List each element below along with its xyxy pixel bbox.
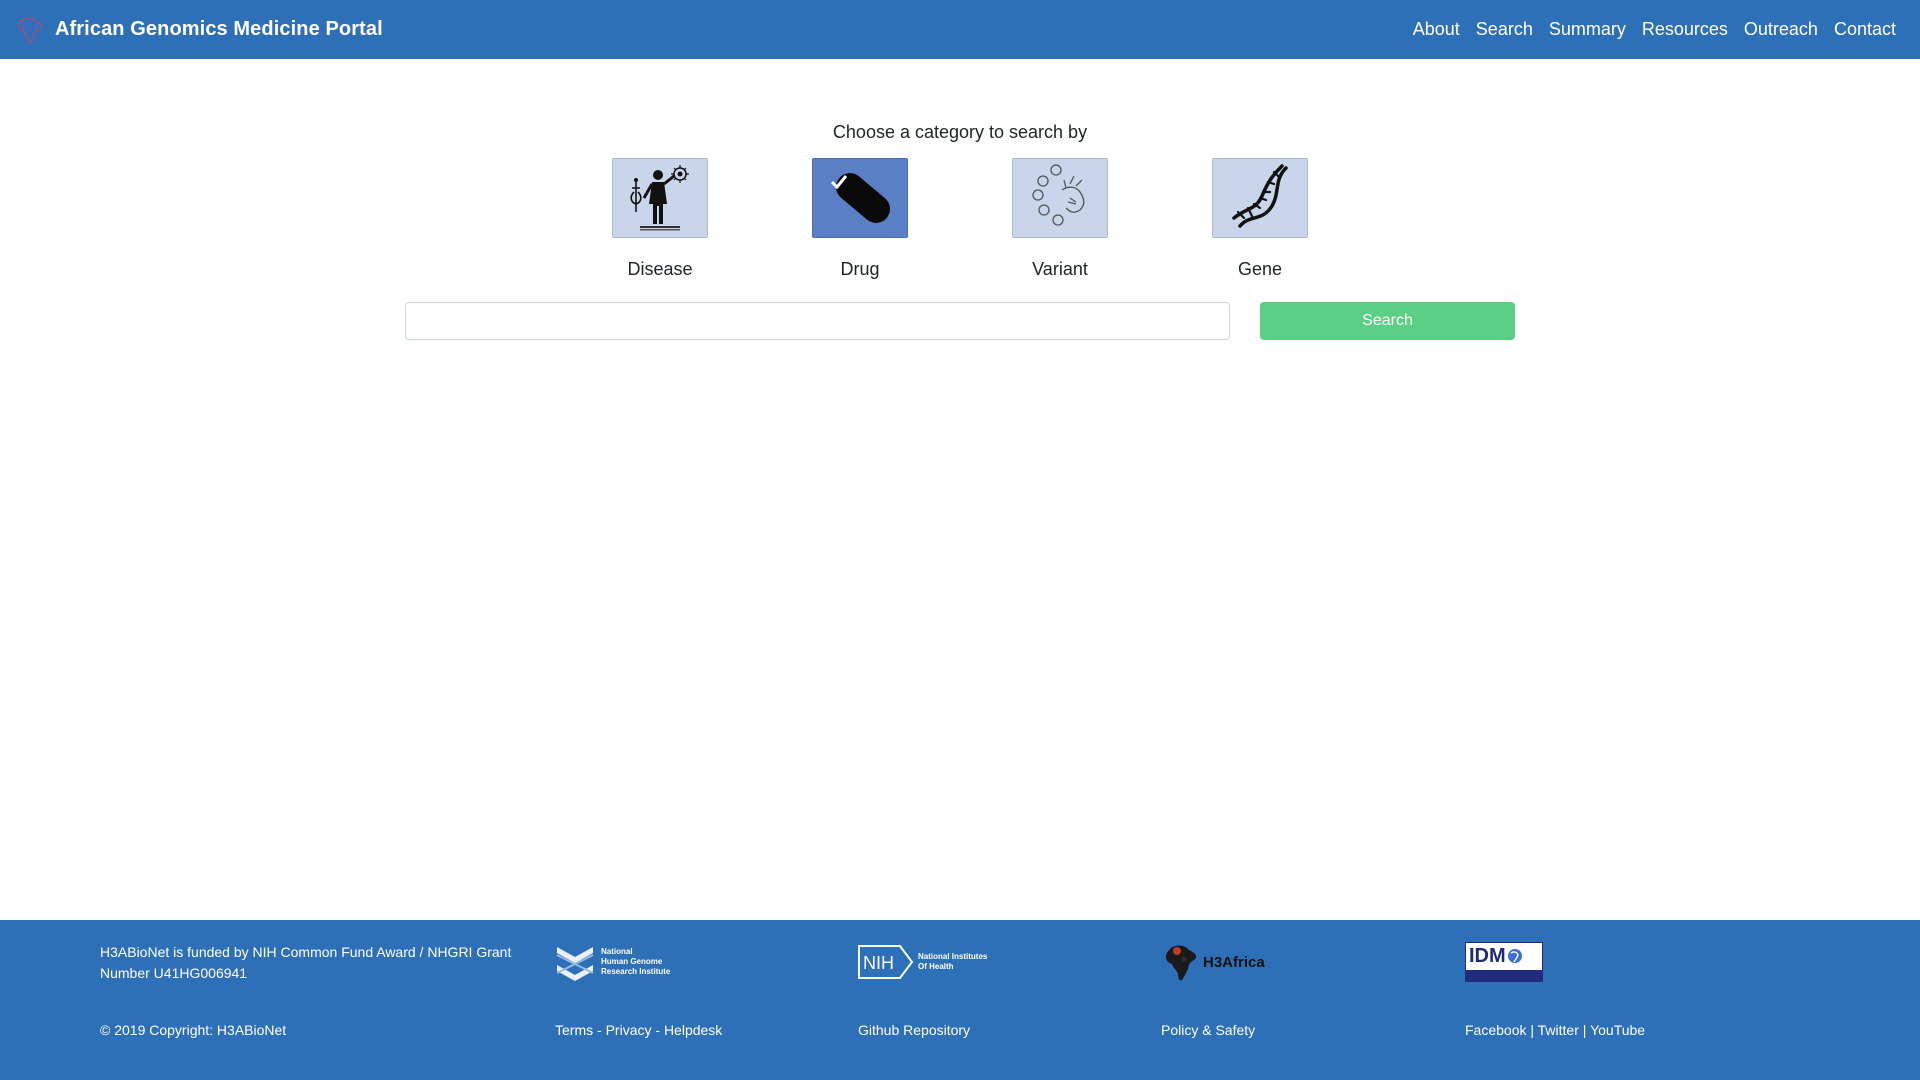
search-button[interactable]: Search bbox=[1260, 302, 1515, 340]
category-tile[interactable] bbox=[612, 158, 708, 238]
search-heading: Choose a category to search by bbox=[832, 122, 1088, 142]
category-gene[interactable]: Gene bbox=[1190, 158, 1330, 280]
category-label: Gene bbox=[1237, 259, 1283, 279]
category-tile[interactable] bbox=[1012, 158, 1108, 238]
footer-h3africa-col: H3Africa Policy & Safety bbox=[1161, 942, 1265, 1038]
category-tile-selected[interactable] bbox=[812, 158, 908, 238]
copyright-text: © 2019 Copyright: H3ABioNet bbox=[100, 1022, 287, 1038]
footer-links-policy: Policy & Safety bbox=[1161, 1022, 1255, 1038]
category-selector: Disease Drug Variant Gene bbox=[0, 158, 1920, 283]
africa-logo-icon bbox=[18, 16, 42, 43]
search-input[interactable] bbox=[405, 302, 1230, 340]
dna-icon bbox=[1232, 164, 1288, 228]
facebook-link[interactable]: Facebook bbox=[1465, 1022, 1526, 1038]
nhgri-dna-icon bbox=[556, 947, 594, 981]
privacy-link[interactable]: Privacy bbox=[606, 1022, 652, 1038]
nav-links: About Search Summary Resources Outreach … bbox=[1397, 19, 1896, 40]
search-row: Search bbox=[0, 302, 1920, 340]
nih-logo-icon: NIH bbox=[858, 945, 914, 979]
category-drug[interactable]: Drug bbox=[790, 158, 930, 280]
idm-logo-text: IDM bbox=[1469, 945, 1506, 967]
nhgri-logo[interactable]: National Human Genome Research Institute bbox=[555, 942, 670, 982]
nav-summary[interactable]: Summary bbox=[1549, 19, 1626, 40]
footer-links-github: Github Repository bbox=[858, 1022, 970, 1038]
category-label: Drug bbox=[840, 259, 880, 279]
nav-search[interactable]: Search bbox=[1476, 19, 1533, 40]
doctor-icon bbox=[630, 165, 689, 231]
h3africa-logo[interactable]: H3Africa bbox=[1161, 942, 1265, 982]
variant-icon bbox=[1032, 164, 1085, 226]
youtube-link[interactable]: YouTube bbox=[1590, 1022, 1645, 1038]
twitter-link[interactable]: Twitter bbox=[1538, 1022, 1579, 1038]
github-link[interactable]: Github Repository bbox=[858, 1022, 970, 1038]
funding-text: H3ABioNet is funded by NIH Common Fund A… bbox=[100, 944, 512, 981]
footer-funding-col: H3ABioNet is funded by NIH Common Fund A… bbox=[100, 942, 530, 1038]
category-variant[interactable]: Variant bbox=[990, 158, 1130, 280]
top-navbar: African Genomics Medicine Portal About S… bbox=[0, 0, 1920, 59]
svg-text:NIH: NIH bbox=[863, 953, 894, 973]
policy-link[interactable]: Policy & Safety bbox=[1161, 1022, 1255, 1038]
nav-outreach[interactable]: Outreach bbox=[1744, 19, 1818, 40]
nih-logo[interactable]: NIH National Institutes Of Health bbox=[858, 942, 987, 982]
nav-contact[interactable]: Contact bbox=[1834, 19, 1896, 40]
h3africa-logo-text: H3Africa bbox=[1203, 953, 1265, 971]
category-label: Disease bbox=[627, 259, 693, 279]
africa-map-icon bbox=[1165, 945, 1197, 981]
footer-links-legal: Terms - Privacy - Helpdesk bbox=[555, 1022, 723, 1038]
nav-about[interactable]: About bbox=[1413, 19, 1460, 40]
category-disease[interactable]: Disease bbox=[590, 158, 730, 280]
footer-nhgri-col: National Human Genome Research Institute… bbox=[555, 942, 722, 1038]
category-label: Variant bbox=[1032, 259, 1088, 279]
footer-nih-col: NIH National Institutes Of Health Github… bbox=[858, 942, 987, 1038]
nav-resources[interactable]: Resources bbox=[1642, 19, 1728, 40]
brand-title: African Genomics Medicine Portal bbox=[55, 18, 383, 40]
footer-idm-col: IDM Facebook | Twitter | YouTube bbox=[1465, 942, 1645, 1038]
idm-logo[interactable]: IDM bbox=[1465, 942, 1543, 982]
terms-link[interactable]: Terms bbox=[555, 1022, 593, 1038]
category-tile[interactable] bbox=[1212, 158, 1308, 238]
brand-link[interactable]: African Genomics Medicine Portal bbox=[14, 14, 383, 46]
pill-icon bbox=[830, 173, 891, 223]
helpdesk-link[interactable]: Helpdesk bbox=[664, 1022, 722, 1038]
idm-globe-icon bbox=[1507, 949, 1522, 963]
footer-links-social: Facebook | Twitter | YouTube bbox=[1465, 1022, 1646, 1038]
footer: H3ABioNet is funded by NIH Common Fund A… bbox=[0, 920, 1920, 1080]
